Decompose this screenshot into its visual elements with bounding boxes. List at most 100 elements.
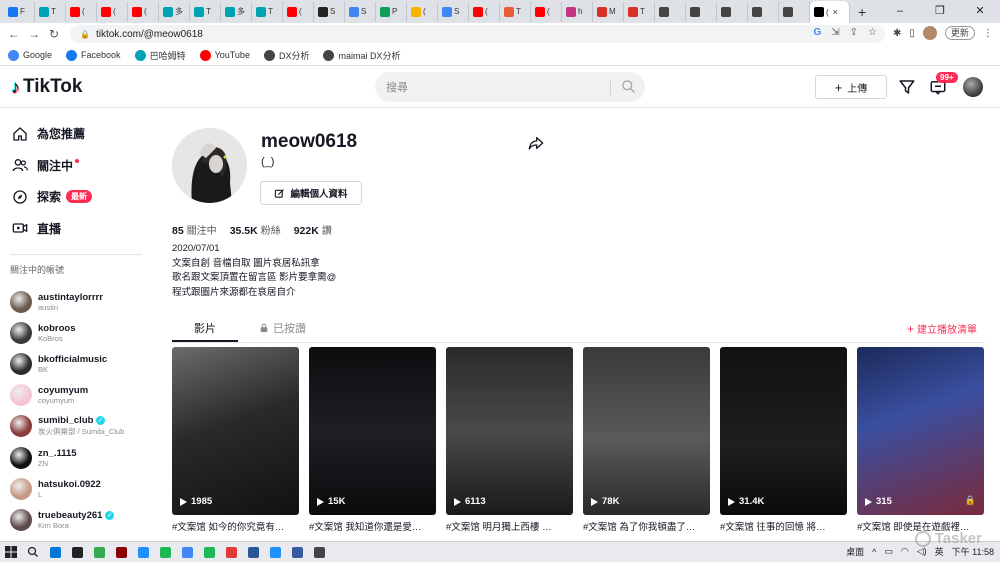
following-account[interactable]: zn_.1115 ZN bbox=[0, 442, 150, 473]
create-playlist-button[interactable]: + 建立播放清單 bbox=[907, 321, 977, 337]
browser-tab[interactable]: ( bbox=[407, 1, 438, 22]
browser-tab[interactable]: T bbox=[252, 1, 283, 22]
browser-tab[interactable]: ( bbox=[66, 1, 97, 22]
search-icon[interactable] bbox=[621, 79, 636, 94]
video-caption[interactable]: #文案馆 明月獨上西樓 … bbox=[446, 519, 573, 533]
sidebar-item-live[interactable]: 直播 bbox=[0, 213, 150, 245]
browser-tab[interactable]: T bbox=[500, 1, 531, 22]
browser-tab[interactable]: ( bbox=[128, 1, 159, 22]
maximize-button[interactable]: ❐ bbox=[920, 0, 960, 23]
video-thumbnail[interactable]: 31.4K bbox=[720, 347, 847, 515]
video-card[interactable]: 31.4K #文案馆 往事的回憶 將… bbox=[720, 347, 847, 533]
user-avatar[interactable] bbox=[963, 77, 983, 97]
video-thumbnail[interactable]: 6113 bbox=[446, 347, 573, 515]
browser-tab[interactable] bbox=[717, 1, 748, 22]
browser-tab[interactable]: S bbox=[345, 1, 376, 22]
taskbar-app-icon[interactable] bbox=[198, 542, 220, 562]
taskbar-app-icon[interactable] bbox=[242, 542, 264, 562]
tray-up-arrow-icon[interactable]: ^ bbox=[872, 547, 876, 557]
search-input[interactable]: 搜尋 bbox=[375, 72, 645, 102]
video-caption[interactable]: #文案馆 我知道你還是愛… bbox=[309, 519, 436, 533]
bookmark-item[interactable]: DX分析 bbox=[263, 49, 309, 62]
profile-avatar[interactable] bbox=[172, 128, 247, 203]
browser-tab[interactable] bbox=[748, 1, 779, 22]
browser-tab[interactable] bbox=[655, 1, 686, 22]
video-caption[interactable]: #文案馆 如今的你究竟有… bbox=[172, 519, 299, 533]
video-thumbnail[interactable]: 1985 bbox=[172, 347, 299, 515]
taskbar-app-icon[interactable] bbox=[88, 542, 110, 562]
following-count[interactable]: 85 關注中 bbox=[172, 222, 217, 237]
browser-tab[interactable]: T bbox=[190, 1, 221, 22]
close-window-button[interactable]: ✕ bbox=[960, 0, 1000, 23]
url-input[interactable]: 🔒 tiktok.com/@meow0618 G ⇲ ⇪ ☆ bbox=[70, 25, 885, 43]
video-thumbnail[interactable]: 78K bbox=[583, 347, 710, 515]
desktop-label[interactable]: 桌面 bbox=[846, 545, 864, 558]
taskbar-app-icon[interactable] bbox=[154, 542, 176, 562]
reload-button[interactable]: ↻ bbox=[44, 27, 64, 41]
minimize-button[interactable]: – bbox=[880, 0, 920, 23]
update-button[interactable]: 更新 bbox=[944, 26, 975, 40]
browser-tab[interactable]: 多 bbox=[221, 1, 252, 22]
browser-tab[interactable]: ( bbox=[283, 1, 314, 22]
browser-tab[interactable]: 多 bbox=[159, 1, 190, 22]
bookmark-item[interactable]: 巴哈姆特 bbox=[134, 49, 186, 62]
following-account[interactable]: hatsukoi.0922 L bbox=[0, 473, 150, 504]
tiktok-logo[interactable]: ♪ TikTok bbox=[11, 76, 82, 98]
upload-button[interactable]: + 上傳 bbox=[815, 75, 887, 99]
messages-icon[interactable] bbox=[898, 78, 916, 96]
taskbar-app-icon[interactable] bbox=[66, 542, 88, 562]
new-tab-button[interactable]: + bbox=[858, 4, 866, 20]
sidebar-item-following[interactable]: 關注中 bbox=[0, 150, 150, 182]
install-icon[interactable]: ⇲ bbox=[831, 27, 839, 38]
video-card[interactable]: 315 🔒 #文案馆 即使是在遊戲裡… bbox=[857, 347, 984, 533]
tab-liked[interactable]: 已按讚 bbox=[259, 320, 306, 336]
browser-tab[interactable]: ( bbox=[469, 1, 500, 22]
tab-videos[interactable]: 影片 bbox=[194, 320, 216, 336]
browser-tab[interactable]: ( bbox=[531, 1, 562, 22]
tray-network-icon[interactable]: ▭ bbox=[884, 546, 893, 557]
share-page-icon[interactable]: ⇪ bbox=[850, 27, 858, 38]
video-card[interactable]: 1985 #文案馆 如今的你究竟有… bbox=[172, 347, 299, 533]
browser-tab[interactable] bbox=[686, 1, 717, 22]
video-thumbnail[interactable]: 315 🔒 bbox=[857, 347, 984, 515]
bookmark-item[interactable]: Google bbox=[8, 49, 52, 61]
taskbar-app-icon[interactable] bbox=[220, 542, 242, 562]
browser-tab[interactable]: h bbox=[562, 1, 593, 22]
video-caption[interactable]: #文案馆 往事的回憶 將… bbox=[720, 519, 847, 533]
bookmark-item[interactable]: Facebook bbox=[66, 49, 121, 61]
following-account[interactable]: austintaylorrrr austin bbox=[0, 286, 150, 317]
tab-close-icon[interactable]: × bbox=[833, 7, 838, 17]
google-icon[interactable]: G bbox=[813, 27, 821, 38]
browser-tab[interactable]: M bbox=[593, 1, 624, 22]
video-caption[interactable]: #文案馆 為了你我頓盡了… bbox=[583, 519, 710, 533]
sidebar-icon[interactable]: ▯ bbox=[909, 28, 915, 39]
extensions-icon[interactable]: ✱ bbox=[893, 28, 901, 39]
following-account[interactable]: shimamonx✓ bbox=[0, 536, 150, 541]
browser-tab[interactable]: F bbox=[4, 1, 35, 22]
video-card[interactable]: 6113 #文案馆 明月獨上西樓 … bbox=[446, 347, 573, 533]
taskbar-app-icon[interactable] bbox=[286, 542, 308, 562]
video-thumbnail[interactable]: 15K bbox=[309, 347, 436, 515]
following-account[interactable]: kobroos KoBros bbox=[0, 317, 150, 348]
taskbar-app-icon[interactable] bbox=[110, 542, 132, 562]
browser-tab[interactable]: S bbox=[438, 1, 469, 22]
taskbar-app-icon[interactable] bbox=[264, 542, 286, 562]
bookmark-item[interactable]: maimai DX分析 bbox=[323, 49, 400, 62]
bookmark-star-icon[interactable]: ☆ bbox=[868, 27, 877, 38]
start-button[interactable] bbox=[0, 546, 22, 558]
menu-icon[interactable]: ⋮ bbox=[983, 28, 993, 39]
video-card[interactable]: 78K #文案馆 為了你我頓盡了… bbox=[583, 347, 710, 533]
following-account[interactable]: sumibi_club ✓ 炭火俱樂部 / Sumibi_Club bbox=[0, 411, 150, 442]
tray-volume-icon[interactable]: ◁) bbox=[917, 546, 927, 557]
edit-profile-button[interactable]: 編輯個人資料 bbox=[260, 181, 362, 205]
forward-button[interactable]: → bbox=[24, 27, 44, 41]
taskbar-app-icon[interactable] bbox=[308, 542, 330, 562]
browser-tab[interactable]: P bbox=[376, 1, 407, 22]
followers-count[interactable]: 35.5K 粉絲 bbox=[230, 222, 281, 237]
browser-tab[interactable]: ( bbox=[97, 1, 128, 22]
bookmark-item[interactable]: YouTube bbox=[199, 49, 250, 61]
browser-profile-avatar[interactable] bbox=[922, 26, 937, 40]
share-icon[interactable] bbox=[528, 135, 544, 151]
sidebar-item-explore[interactable]: 探索 最新 bbox=[0, 181, 150, 213]
back-button[interactable]: ← bbox=[4, 27, 24, 41]
